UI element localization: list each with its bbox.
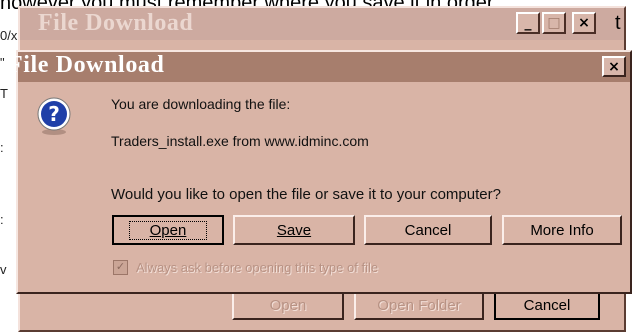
- always-ask-checkbox[interactable]: ✓: [113, 260, 128, 275]
- save-button[interactable]: Save: [233, 215, 355, 245]
- question-icon: ?: [36, 96, 72, 136]
- back-window-title: File Download: [38, 10, 194, 36]
- open-button[interactable]: Open: [112, 215, 224, 245]
- file-download-dialog: File Download × ? You are downloading th…: [8, 50, 632, 294]
- background-fragment: :: [0, 140, 4, 155]
- dialog-close-button[interactable]: ×: [602, 56, 626, 77]
- background-fragment: :: [0, 212, 4, 227]
- more-info-button[interactable]: More Info: [502, 215, 622, 245]
- minimize-button[interactable]: _: [516, 12, 540, 34]
- dialog-title: File Download: [8, 52, 165, 78]
- back-close-button[interactable]: ×: [572, 12, 596, 34]
- back-cancel-button[interactable]: Cancel: [494, 290, 600, 320]
- background-fragment: v: [0, 262, 7, 277]
- background-fragment: 0/x: [0, 28, 18, 43]
- cancel-button[interactable]: Cancel: [364, 215, 492, 245]
- file-source-text: Traders_install.exe from www.idminc.com: [111, 133, 369, 149]
- svg-text:?: ?: [48, 102, 60, 126]
- back-open-button[interactable]: Open: [232, 290, 344, 320]
- background-fragment: t: [615, 12, 621, 34]
- dialog-title-bar: File Download ×: [8, 52, 630, 82]
- background-fragment: ": [0, 55, 5, 70]
- back-title-bar: File Download _ □ ×: [20, 8, 624, 40]
- open-or-save-question: Would you like to open the file or save …: [111, 186, 501, 203]
- download-intro-text: You are downloading the file:: [111, 96, 291, 112]
- background-fragment: T: [0, 86, 8, 101]
- maximize-button[interactable]: □: [542, 12, 566, 34]
- always-ask-label: Always ask before opening this type of f…: [136, 260, 379, 275]
- open-folder-button[interactable]: Open Folder: [354, 290, 484, 320]
